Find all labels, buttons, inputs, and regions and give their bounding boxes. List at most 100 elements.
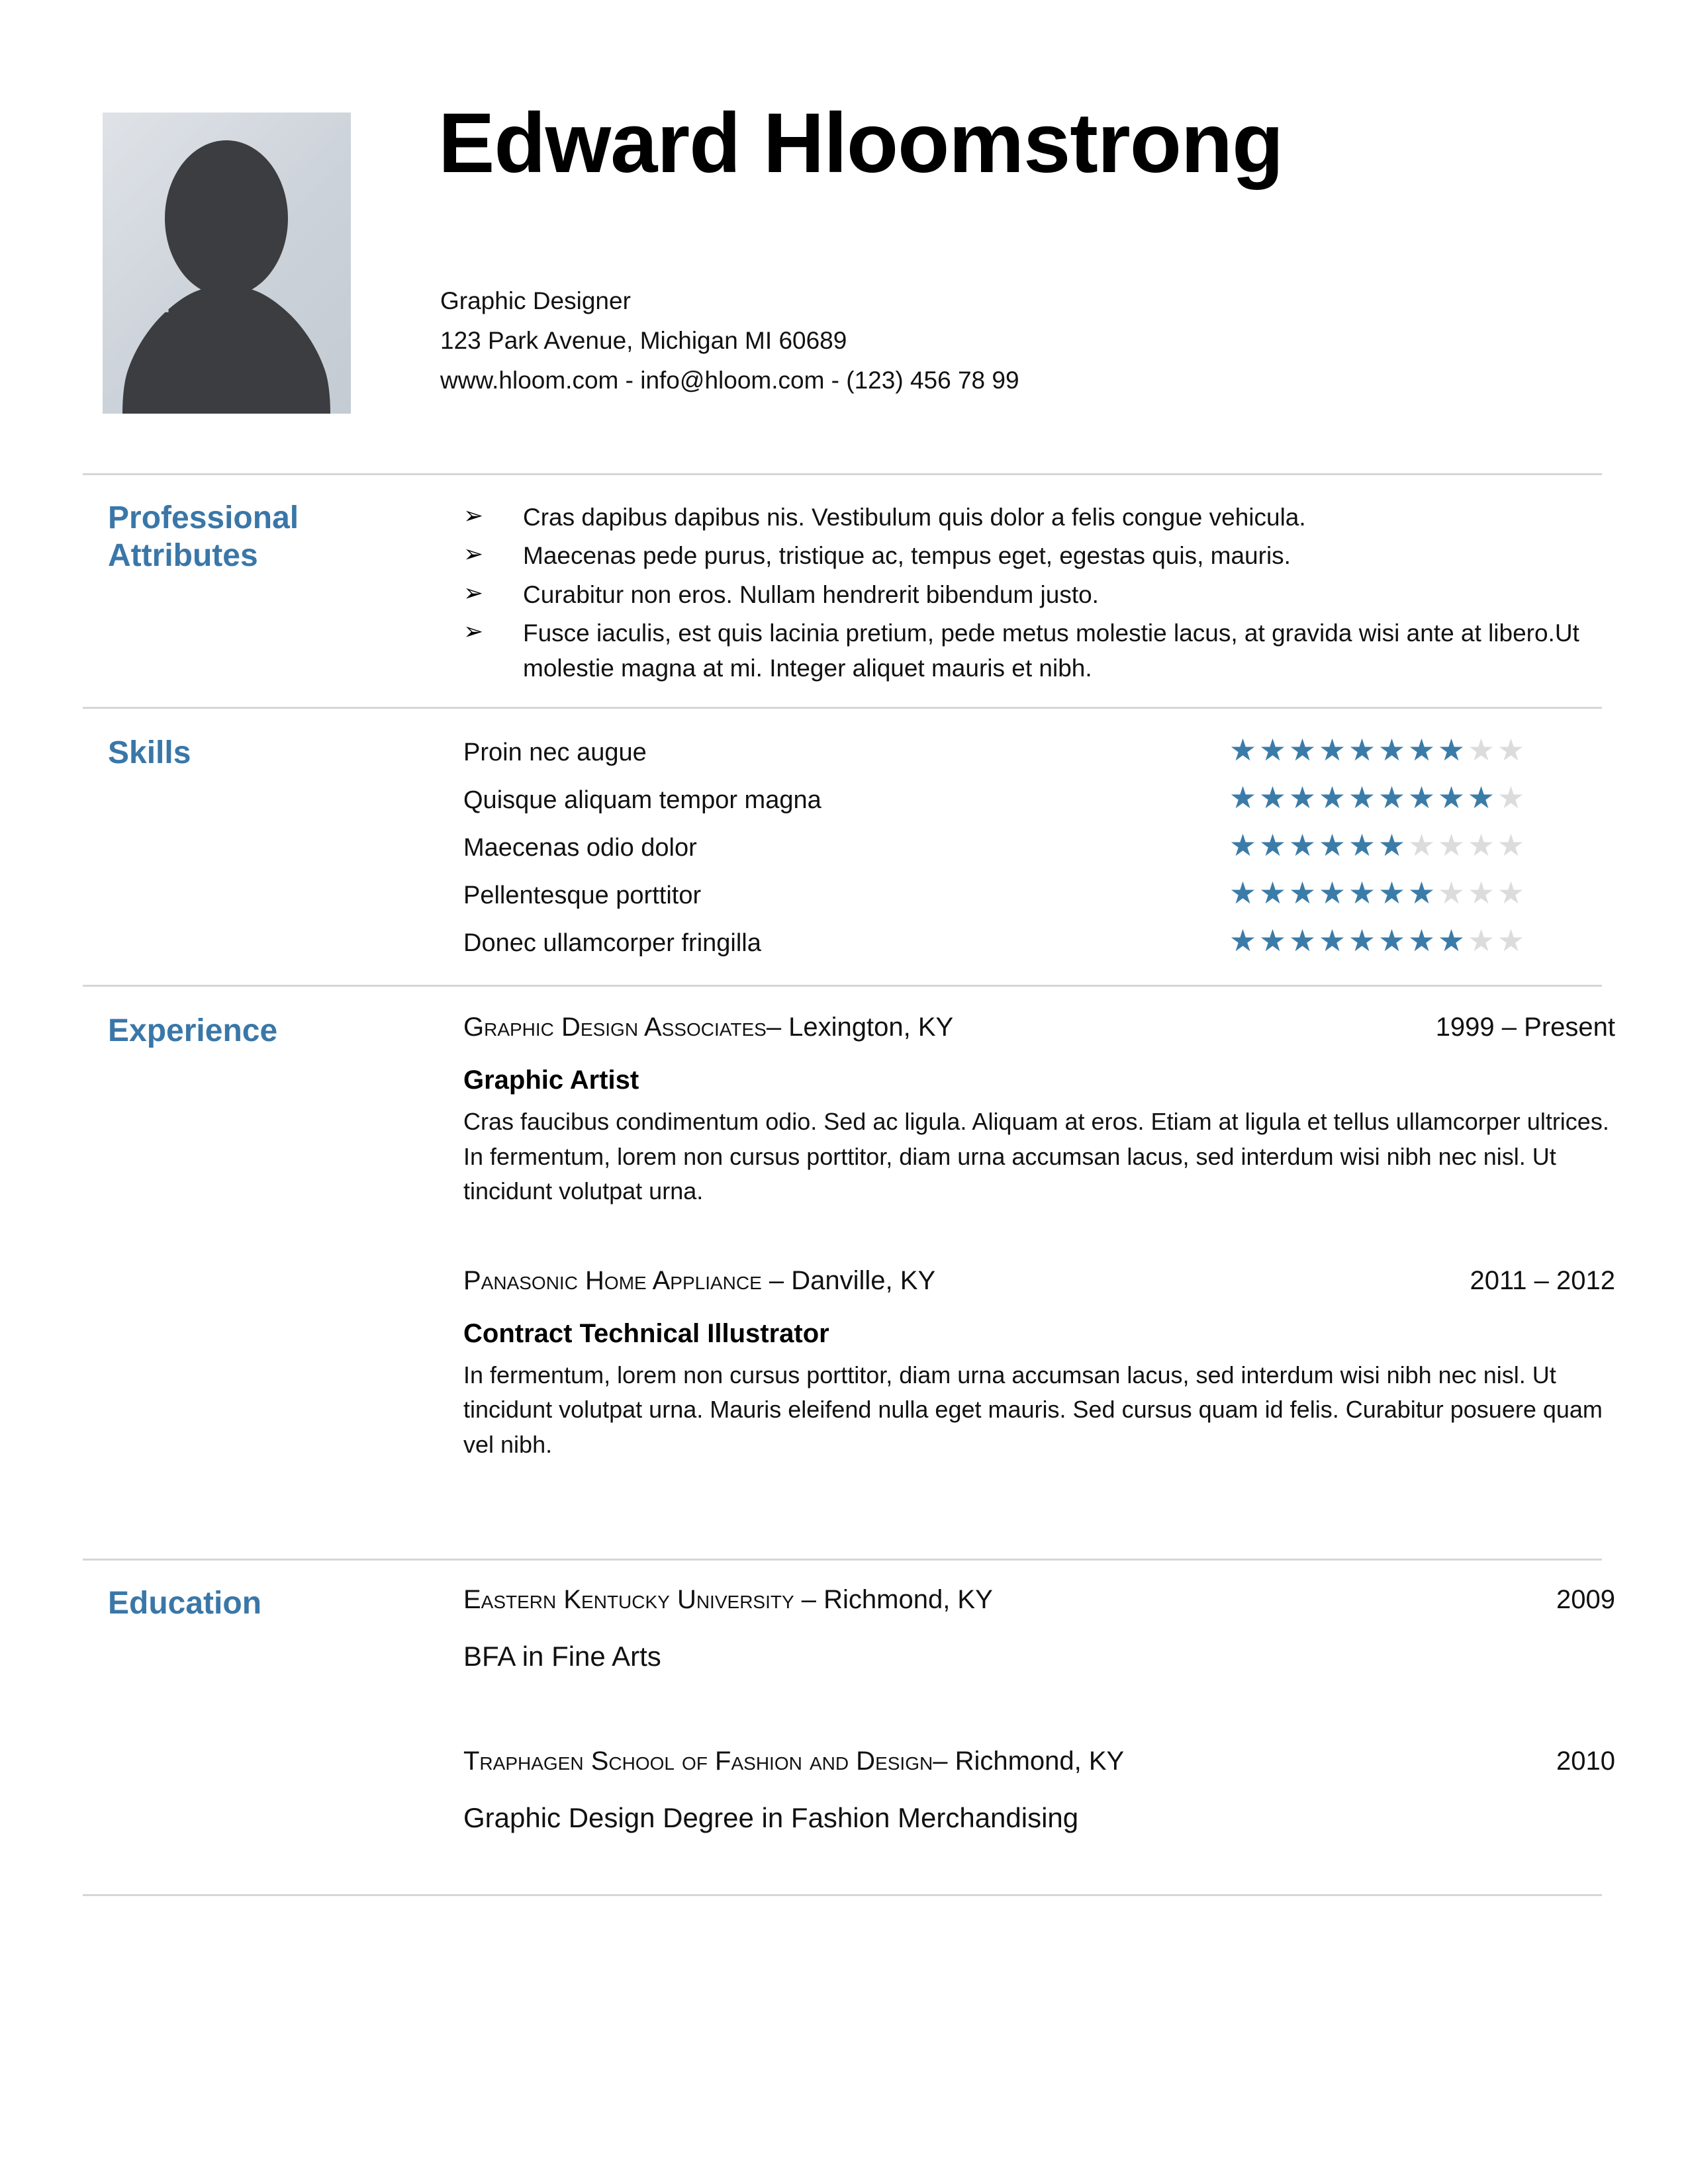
star-filled-icon: ★ bbox=[1229, 876, 1257, 910]
experience-entry-head: Graphic Design Associates– Lexington, KY… bbox=[463, 1013, 1615, 1054]
star-filled-icon: ★ bbox=[1348, 923, 1376, 958]
job-role: Contract Technical Illustrator bbox=[463, 1318, 829, 1348]
star-filled-icon: ★ bbox=[1378, 876, 1406, 910]
star-filled-icon: ★ bbox=[1229, 733, 1257, 767]
star-filled-icon: ★ bbox=[1258, 733, 1287, 767]
section-title-education: Education bbox=[108, 1586, 262, 1621]
skill-label: Quisque aliquam tempor magna bbox=[463, 786, 821, 814]
star-filled-icon: ★ bbox=[1467, 780, 1495, 815]
job-title: Graphic Designer bbox=[440, 287, 631, 314]
list-item: ➢ Cras dapibus dapibus nis. Vestibulum q… bbox=[463, 500, 1615, 535]
star-filled-icon: ★ bbox=[1348, 733, 1376, 767]
star-empty-icon: ★ bbox=[1407, 828, 1436, 862]
employer-location: – Lexington, KY bbox=[766, 1013, 954, 1042]
degree-title: BFA in Fine Arts bbox=[463, 1641, 661, 1672]
school-location: – Richmond, KY bbox=[794, 1585, 993, 1614]
skill-label: Proin nec augue bbox=[463, 739, 647, 766]
section-title-attributes: Professional Attributes bbox=[108, 500, 419, 574]
star-filled-icon: ★ bbox=[1288, 780, 1317, 815]
attribute-text: Maecenas pede purus, tristique ac, tempu… bbox=[523, 542, 1291, 570]
star-empty-icon: ★ bbox=[1467, 876, 1495, 910]
section-title-experience: Experience bbox=[108, 1013, 278, 1048]
skill-row: Donec ullamcorper fringilla ★★★★★★★★★★ bbox=[463, 925, 1615, 973]
star-filled-icon: ★ bbox=[1318, 876, 1346, 910]
skill-label: Maecenas odio dolor bbox=[463, 834, 697, 862]
experience-entry: Panasonic Home Appliance – Danville, KY … bbox=[463, 1266, 1615, 1463]
star-filled-icon: ★ bbox=[1258, 780, 1287, 815]
star-filled-icon: ★ bbox=[1348, 828, 1376, 862]
job-role: Graphic Artist bbox=[463, 1066, 639, 1095]
attribute-text: Cras dapibus dapibus nis. Vestibulum qui… bbox=[523, 504, 1306, 531]
star-filled-icon: ★ bbox=[1288, 828, 1317, 862]
employer-name: Panasonic Home Appliance – Danville, KY bbox=[463, 1266, 935, 1296]
employer-location: – Danville, KY bbox=[761, 1265, 936, 1295]
education-entry-head: Eastern Kentucky University – Richmond, … bbox=[463, 1585, 1615, 1626]
arrow-bullet-icon: ➢ bbox=[463, 502, 484, 529]
star-filled-icon: ★ bbox=[1348, 780, 1376, 815]
star-filled-icon: ★ bbox=[1258, 923, 1287, 958]
employment-dates: 2011 – 2012 bbox=[1470, 1265, 1615, 1295]
experience-body: Graphic Design Associates– Lexington, KY… bbox=[463, 1013, 1615, 1462]
star-empty-icon: ★ bbox=[1497, 733, 1525, 767]
skill-row: Maecenas odio dolor ★★★★★★★★★★ bbox=[463, 830, 1615, 878]
experience-entry-head: Panasonic Home Appliance – Danville, KY … bbox=[463, 1266, 1615, 1307]
school-name: Eastern Kentucky University – Richmond, … bbox=[463, 1585, 993, 1615]
school-caps: Eastern Kentucky University bbox=[463, 1585, 794, 1614]
list-item: ➢ Fusce iaculis, est quis lacinia pretiu… bbox=[463, 615, 1615, 686]
star-empty-icon: ★ bbox=[1467, 923, 1495, 958]
skill-row: Proin nec augue ★★★★★★★★★★ bbox=[463, 735, 1615, 782]
divider-attributes bbox=[83, 707, 1602, 709]
skill-rating-stars: ★★★★★★★★★★ bbox=[1228, 830, 1526, 860]
star-empty-icon: ★ bbox=[1497, 923, 1525, 958]
school-location: – Richmond, KY bbox=[933, 1747, 1125, 1776]
education-entry-head: Traphagen School of Fashion and Design– … bbox=[463, 1747, 1615, 1788]
employer-caps: Panasonic Home Appliance bbox=[463, 1265, 762, 1295]
resume-header: Edward Hloomstrong Graphic Designer 123 … bbox=[0, 0, 1688, 457]
star-filled-icon: ★ bbox=[1348, 876, 1376, 910]
attributes-list: ➢ Cras dapibus dapibus nis. Vestibulum q… bbox=[463, 500, 1615, 686]
divider-education bbox=[83, 1894, 1602, 1896]
section-title-skills: Skills bbox=[108, 735, 191, 770]
divider-skills bbox=[83, 985, 1602, 987]
divider-header bbox=[83, 473, 1602, 475]
star-filled-icon: ★ bbox=[1437, 923, 1466, 958]
star-filled-icon: ★ bbox=[1318, 733, 1346, 767]
education-body: Eastern Kentucky University – Richmond, … bbox=[463, 1585, 1615, 1834]
page-title: Edward Hloomstrong bbox=[438, 96, 1284, 191]
attributes-title-line2: Attributes bbox=[108, 537, 258, 573]
divider-experience bbox=[83, 1559, 1602, 1561]
skill-rating-stars: ★★★★★★★★★★ bbox=[1228, 878, 1526, 908]
contact-block: Graphic Designer 123 Park Avenue, Michig… bbox=[440, 281, 1566, 400]
star-filled-icon: ★ bbox=[1407, 923, 1436, 958]
star-empty-icon: ★ bbox=[1497, 780, 1525, 815]
arrow-bullet-icon: ➢ bbox=[463, 540, 484, 568]
resume-page: Edward Hloomstrong Graphic Designer 123 … bbox=[0, 0, 1688, 2184]
star-filled-icon: ★ bbox=[1288, 733, 1317, 767]
star-filled-icon: ★ bbox=[1407, 733, 1436, 767]
star-filled-icon: ★ bbox=[1437, 780, 1466, 815]
star-filled-icon: ★ bbox=[1407, 876, 1436, 910]
school-caps: Traphagen School of Fashion and Design bbox=[463, 1747, 933, 1776]
contact-line[interactable]: www.hloom.com - info@hloom.com - (123) 4… bbox=[440, 361, 1566, 400]
job-description: In fermentum, lorem non cursus porttitor… bbox=[463, 1361, 1603, 1458]
star-filled-icon: ★ bbox=[1378, 780, 1406, 815]
education-entry: Traphagen School of Fashion and Design– … bbox=[463, 1747, 1615, 1834]
star-filled-icon: ★ bbox=[1378, 733, 1406, 767]
attributes-title-line1: Professional bbox=[108, 500, 299, 535]
degree-title: Graphic Design Degree in Fashion Merchan… bbox=[463, 1802, 1079, 1833]
skill-rating-stars: ★★★★★★★★★★ bbox=[1228, 782, 1526, 813]
skills-body: Proin nec augue ★★★★★★★★★★ Quisque aliqu… bbox=[463, 735, 1615, 973]
star-empty-icon: ★ bbox=[1437, 828, 1466, 862]
star-filled-icon: ★ bbox=[1407, 780, 1436, 815]
employer-name: Graphic Design Associates– Lexington, KY bbox=[463, 1013, 953, 1042]
arrow-bullet-icon: ➢ bbox=[463, 617, 484, 645]
job-description: Cras faucibus condimentum odio. Sed ac l… bbox=[463, 1108, 1609, 1205]
star-empty-icon: ★ bbox=[1497, 876, 1525, 910]
star-empty-icon: ★ bbox=[1467, 733, 1495, 767]
attribute-text: Curabitur non eros. Nullam hendrerit bib… bbox=[523, 580, 1099, 608]
experience-entry: Graphic Design Associates– Lexington, KY… bbox=[463, 1013, 1615, 1209]
star-filled-icon: ★ bbox=[1288, 876, 1317, 910]
star-filled-icon: ★ bbox=[1378, 828, 1406, 862]
star-filled-icon: ★ bbox=[1229, 828, 1257, 862]
skill-row: Pellentesque porttitor ★★★★★★★★★★ bbox=[463, 878, 1615, 925]
